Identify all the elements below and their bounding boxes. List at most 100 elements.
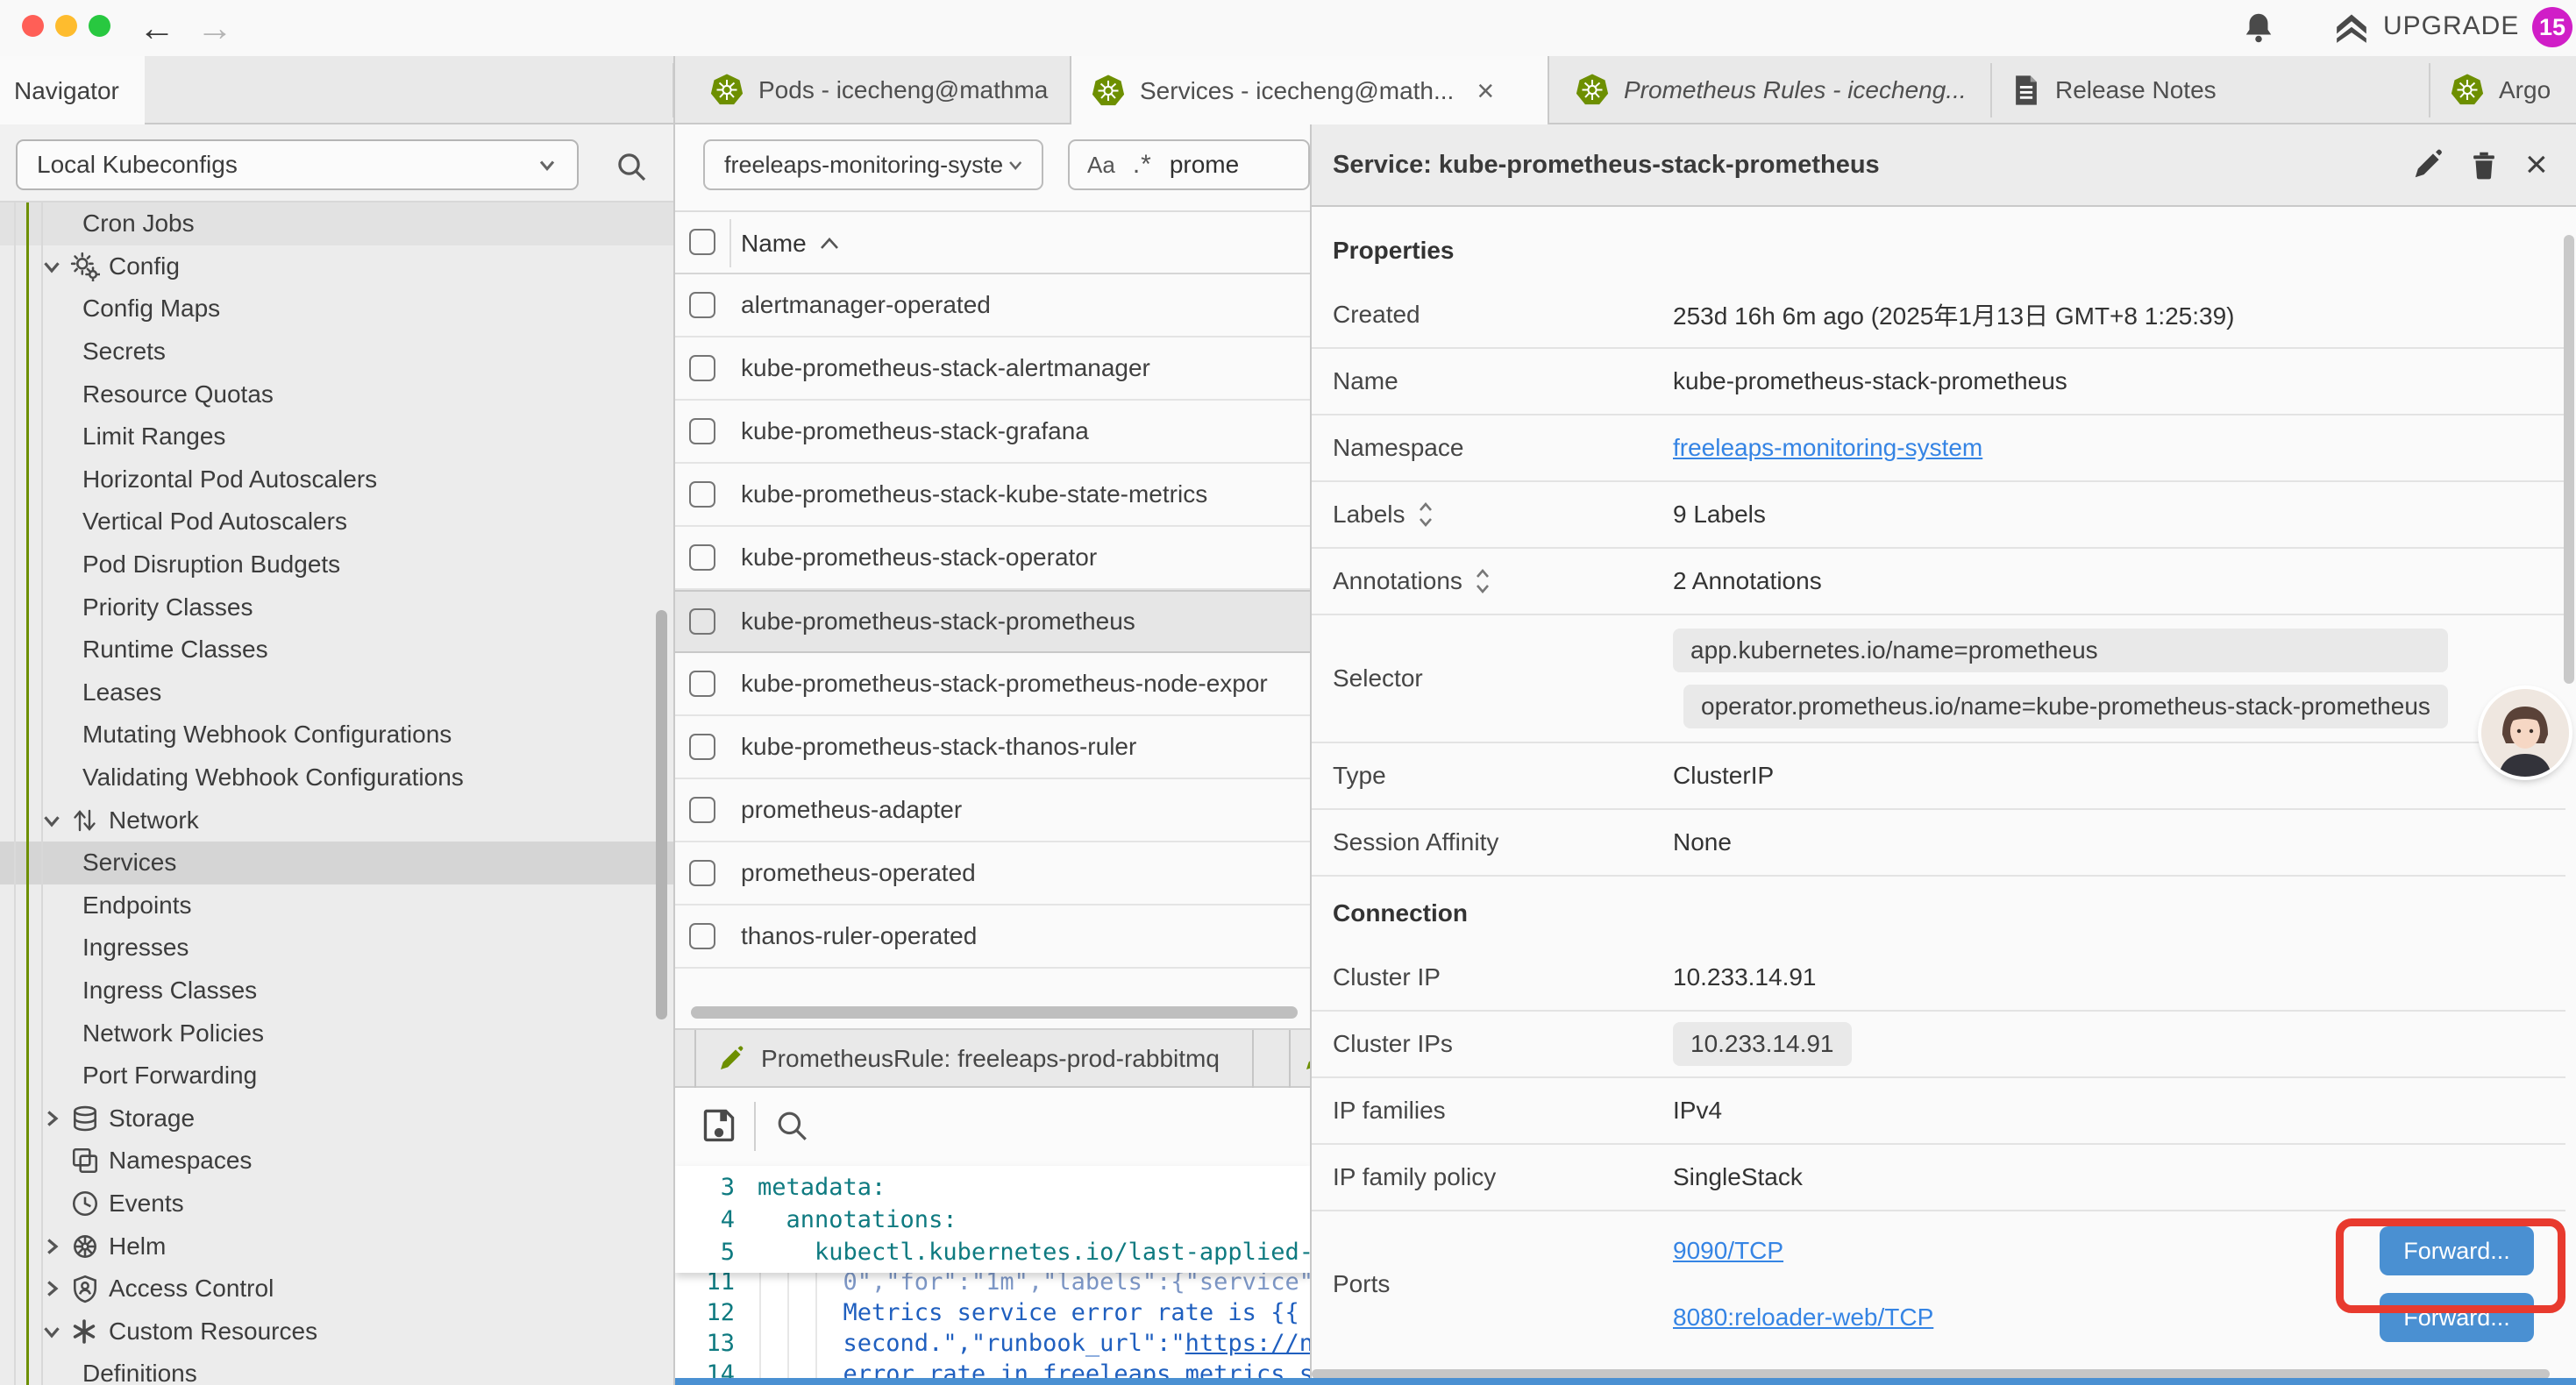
yaml-editor[interactable]: 11 0","for":"1m","labels":{"service":"12… (675, 1166, 1310, 1385)
sidebar-item-port-forwarding[interactable]: Port Forwarding (0, 1055, 673, 1097)
value-chip[interactable]: 10.233.14.91 (1673, 1022, 1852, 1066)
row-checkbox[interactable] (689, 734, 715, 760)
navigator-tab-label: Navigator (14, 77, 119, 105)
tab-release-notes[interactable]: Release Notes (1992, 56, 2429, 124)
sidebar-item-leases[interactable]: Leases (0, 671, 673, 714)
tab-pods-icecheng-mathmas-[interactable]: Pods - icecheng@mathmas... (690, 56, 1068, 124)
upgrade-chevrons-icon[interactable] (2332, 10, 2371, 46)
tab-services-icecheng-math-[interactable]: Services - icecheng@math...× (1070, 56, 1549, 126)
sidebar-item-services[interactable]: Services (0, 842, 673, 884)
row-checkbox[interactable] (689, 671, 715, 697)
sidebar-item-config-maps[interactable]: Config Maps (0, 288, 673, 330)
row-checkbox[interactable] (689, 544, 715, 571)
row-checkbox[interactable] (689, 797, 715, 823)
navigator-panel-tab[interactable]: Navigator (0, 56, 145, 126)
value-chip[interactable]: app.kubernetes.io/name=prometheus (1673, 629, 2448, 672)
table-row-kube-prometheus-stack-grafan[interactable]: kube-prometheus-stack-grafana (675, 401, 1310, 464)
row-checkbox[interactable] (689, 860, 715, 886)
sidebar-item-events[interactable]: Events (0, 1183, 673, 1225)
expand-updown-icon[interactable] (1416, 501, 1435, 528)
sidebar-item-ingresses[interactable]: Ingresses (0, 927, 673, 970)
sidebar-item-horizontal-pod-autoscalers[interactable]: Horizontal Pod Autoscalers (0, 458, 673, 501)
tab-close-icon[interactable]: × (1477, 75, 1494, 109)
traffic-light-minimize-icon[interactable] (55, 15, 77, 37)
traffic-light-close-icon[interactable] (22, 15, 44, 37)
sidebar-item-ingress-classes[interactable]: Ingress Classes (0, 970, 673, 1012)
row-checkbox[interactable] (689, 481, 715, 508)
namespace-filter-select[interactable]: freeleaps-monitoring-system (703, 139, 1043, 190)
avatar[interactable] (2481, 689, 2569, 777)
value-chip[interactable]: operator.prometheus.io/name=kube-prometh… (1683, 685, 2448, 728)
kubeconfig-select-value: Local Kubeconfigs (37, 151, 238, 179)
sidebar-item-storage[interactable]: Storage (0, 1097, 673, 1140)
sidebar-search-icon[interactable] (614, 149, 649, 184)
editor-tab-next-partial[interactable] (1289, 1030, 1310, 1088)
table-row-kube-prometheus-stack-alertm[interactable]: kube-prometheus-stack-alertmanager (675, 337, 1310, 401)
detail-vscrollbar-thumb[interactable] (2564, 235, 2574, 684)
tab-prometheus-rules-icechen[interactable]: Prometheus Rules - icecheng... (1555, 56, 1990, 124)
sidebar-item-cron-jobs[interactable]: Cron Jobs (0, 202, 673, 245)
name-column-header[interactable]: Name (741, 212, 840, 274)
sidebar-item-endpoints[interactable]: Endpoints (0, 884, 673, 927)
sidebar-item-namespaces[interactable]: Namespaces (0, 1140, 673, 1183)
sidebar-item-config[interactable]: Config (0, 245, 673, 288)
notifications-bell-icon[interactable] (2241, 11, 2276, 46)
select-all-checkbox[interactable] (689, 229, 715, 255)
tab-argo-se[interactable]: Argo Se (2430, 56, 2576, 124)
row-checkbox[interactable] (689, 355, 715, 381)
sidebar-item-access-control[interactable]: Access Control (0, 1268, 673, 1310)
sidebar-item-runtime-classes[interactable]: Runtime Classes (0, 629, 673, 671)
sidebar-item-helm[interactable]: Helm (0, 1225, 673, 1268)
back-icon[interactable]: ← (139, 0, 175, 56)
sidebar-item-priority-classes[interactable]: Priority Classes (0, 586, 673, 629)
sidebar-item-definitions[interactable]: Definitions (0, 1353, 673, 1385)
regex-toggle[interactable]: .* (1133, 150, 1152, 180)
list-search-input[interactable]: prome (1170, 151, 1239, 179)
sidebar-item-validating-webhook-configurations[interactable]: Validating Webhook Configurations (0, 756, 673, 799)
row-checkbox[interactable] (689, 923, 715, 949)
port-link[interactable]: 9090/TCP (1673, 1237, 1783, 1265)
upgrade-label[interactable]: UPGRADE (2383, 11, 2519, 41)
sidebar-item-network[interactable]: Network (0, 799, 673, 842)
namespace-link[interactable]: freeleaps-monitoring-system (1673, 434, 1982, 462)
row-checkbox[interactable] (689, 418, 715, 444)
table-row-thanos-ruler-operated[interactable]: thanos-ruler-operated (675, 906, 1310, 969)
editor-tab-active[interactable]: PrometheusRule: freeleaps-prod-rabbitmq (694, 1030, 1254, 1088)
expand-updown-icon[interactable] (1473, 568, 1492, 594)
list-hscrollbar-thumb[interactable] (691, 1006, 1298, 1019)
table-row-kube-prometheus-stack-kube-s[interactable]: kube-prometheus-stack-kube-state-metrics (675, 464, 1310, 527)
kubeconfig-select[interactable]: Local Kubeconfigs (16, 139, 579, 190)
forward-icon[interactable]: → (196, 0, 233, 56)
line-number: 13 (675, 1330, 735, 1357)
sidebar-item-network-policies[interactable]: Network Policies (0, 1012, 673, 1055)
delete-trash-icon[interactable] (2467, 148, 2501, 181)
list-search-box[interactable]: Aa .* prome (1068, 139, 1310, 190)
match-case-toggle[interactable]: Aa (1087, 152, 1115, 179)
close-icon[interactable]: × (2525, 138, 2548, 191)
table-row-kube-prometheus-stack-thanos[interactable]: kube-prometheus-stack-thanos-ruler (675, 716, 1310, 779)
sidebar-item-vertical-pod-autoscalers[interactable]: Vertical Pod Autoscalers (0, 501, 673, 543)
sidebar-item-mutating-webhook-configurations[interactable]: Mutating Webhook Configurations (0, 714, 673, 756)
sidebar-item-limit-ranges[interactable]: Limit Ranges (0, 416, 673, 458)
sidebar-item-pod-disruption-budgets[interactable]: Pod Disruption Budgets (0, 543, 673, 586)
editor-tab-title: PrometheusRule: freeleaps-prod-rabbitmq (761, 1045, 1220, 1073)
table-row-prometheus-adapter[interactable]: prometheus-adapter (675, 779, 1310, 842)
update-count-badge[interactable]: 15 (2532, 7, 2572, 47)
property-value: 10.233.14.91 (1673, 963, 1817, 991)
port-link[interactable]: 8080:reloader-web/TCP (1673, 1303, 1933, 1332)
sidebar-scrollbar-thumb[interactable] (656, 610, 667, 1019)
sidebar-item-custom-resources[interactable]: Custom Resources (0, 1310, 673, 1353)
save-icon[interactable] (700, 1105, 738, 1144)
sidebar-item-resource-quotas[interactable]: Resource Quotas (0, 373, 673, 416)
editor-search-icon[interactable] (773, 1107, 810, 1144)
row-checkbox[interactable] (689, 608, 715, 635)
table-row-kube-prometheus-stack-promet[interactable]: kube-prometheus-stack-prometheus (675, 590, 1310, 653)
table-row-kube-prometheus-stack-promet[interactable]: kube-prometheus-stack-prometheus-node-ex… (675, 653, 1310, 716)
table-row-prometheus-operated[interactable]: prometheus-operated (675, 842, 1310, 906)
table-row-kube-prometheus-stack-operat[interactable]: kube-prometheus-stack-operator (675, 527, 1310, 590)
sidebar-item-secrets[interactable]: Secrets (0, 330, 673, 373)
traffic-light-zoom-icon[interactable] (89, 15, 110, 37)
edit-pencil-icon[interactable] (2411, 148, 2444, 181)
row-checkbox[interactable] (689, 292, 715, 318)
table-row-alertmanager-operated[interactable]: alertmanager-operated (675, 274, 1310, 337)
